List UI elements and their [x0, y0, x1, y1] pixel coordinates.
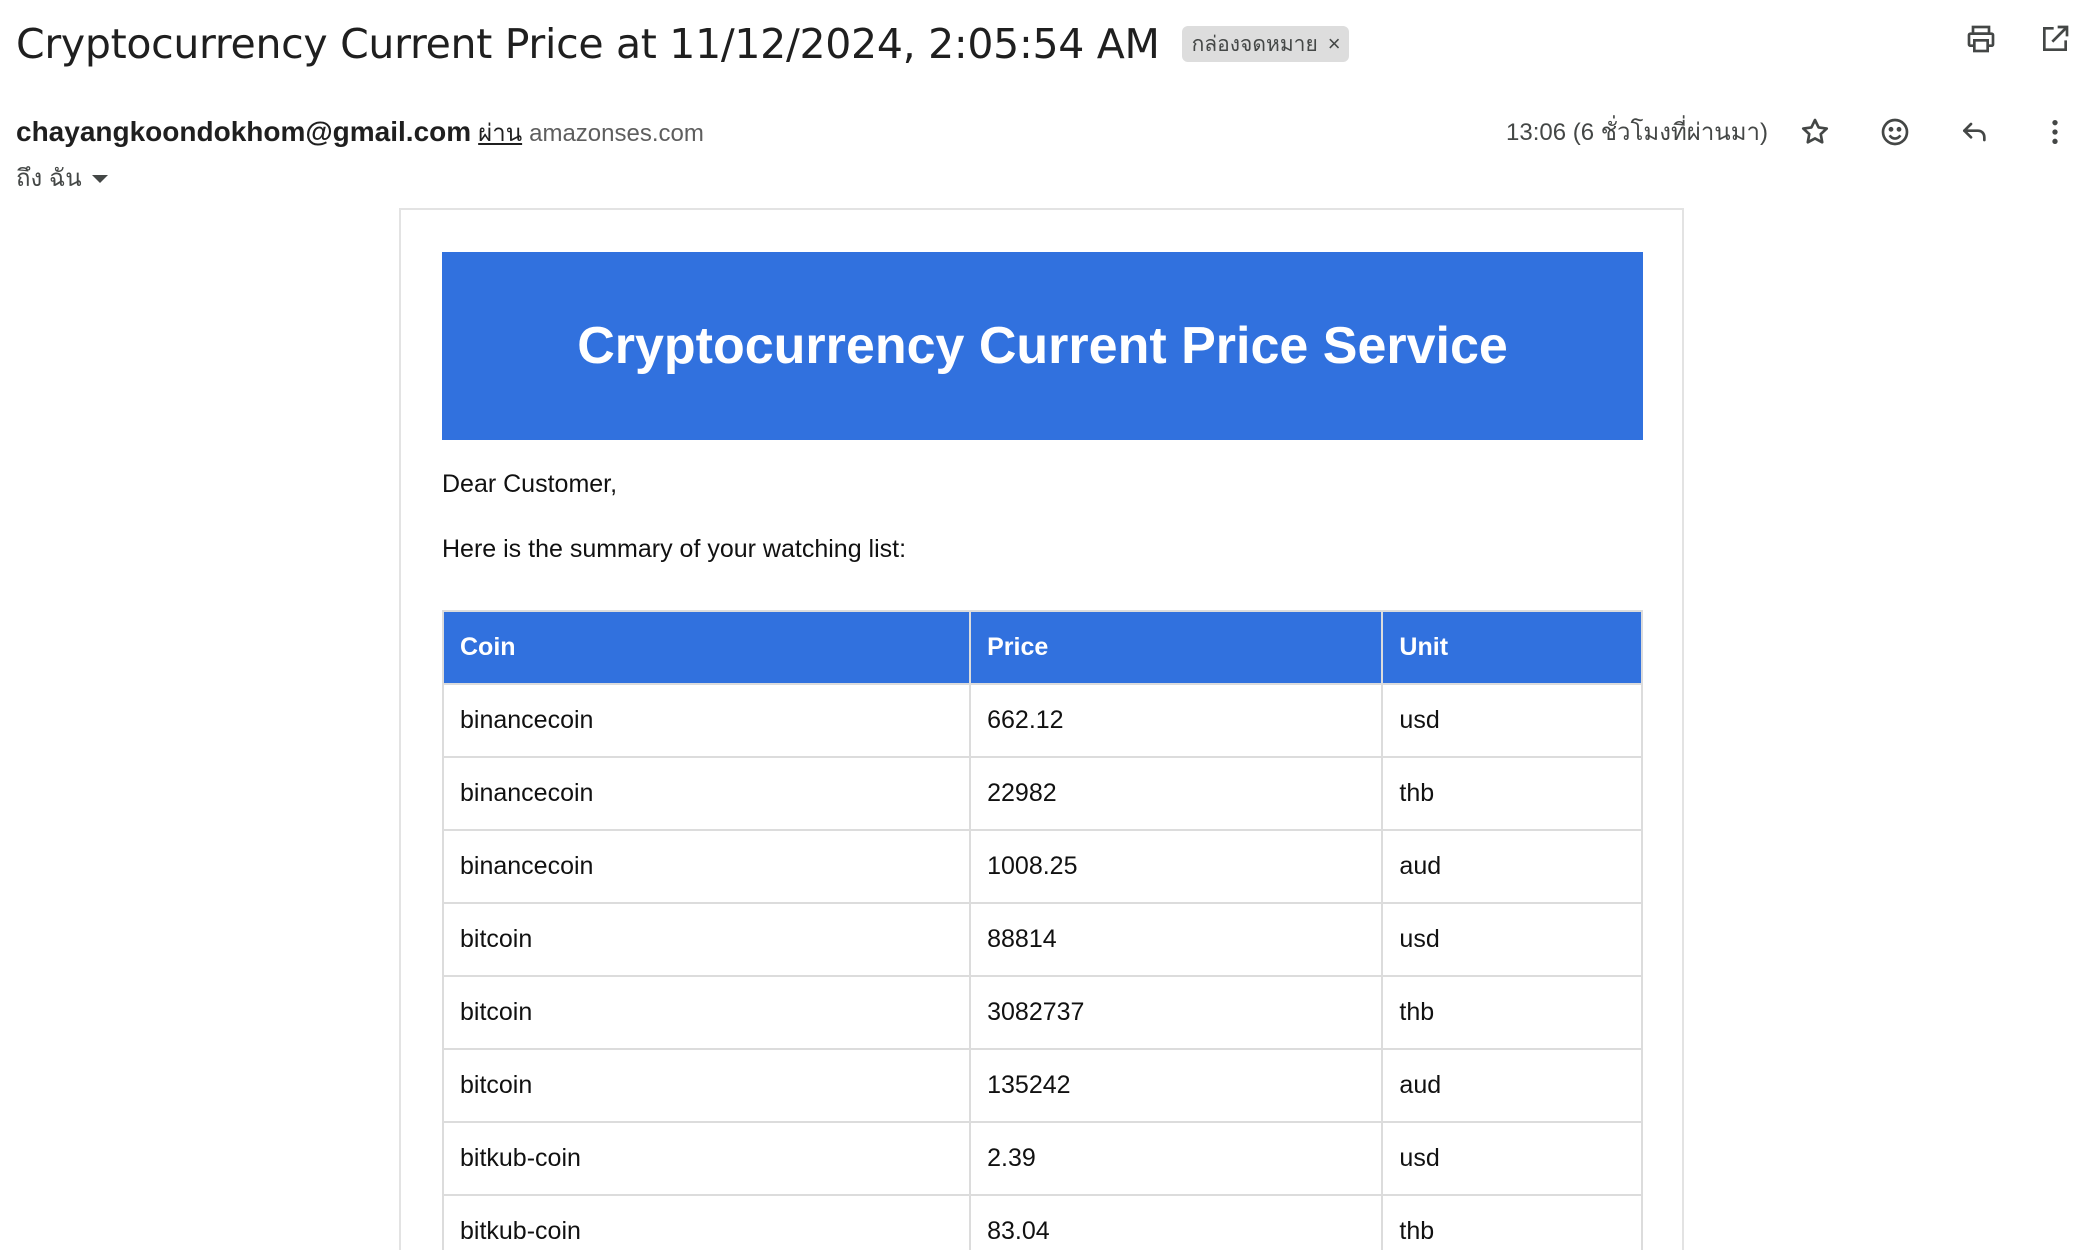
price-cell: 88814: [969, 902, 1384, 977]
table-row: binancecoin 662.12 usd: [441, 683, 1643, 758]
open-in-new-window-icon[interactable]: [2038, 22, 2072, 56]
price-cell: 662.12: [969, 683, 1384, 758]
star-icon[interactable]: [1798, 115, 1832, 149]
intro-text: Here is the summary of your watching lis…: [442, 535, 907, 563]
printer-icon[interactable]: [1964, 22, 1998, 56]
more-vert-icon[interactable]: [2038, 115, 2072, 149]
message-meta: 13:06 (6 ชั่วโมงที่ผ่านมา): [1506, 112, 2072, 151]
unit-cell: aud: [1381, 1048, 1643, 1123]
inbox-label-text: กล่องจดหมาย: [1191, 32, 1318, 56]
table-row: binancecoin 1008.25 aud: [441, 829, 1643, 904]
price-cell: 135242: [969, 1048, 1384, 1123]
price-table: Coin Price Unit binancecoin 662.12 usd b…: [441, 610, 1643, 1250]
coin-cell: bitcoin: [441, 975, 972, 1050]
unit-cell: aud: [1381, 829, 1643, 904]
unit-cell: usd: [1381, 902, 1643, 977]
inbox-label-chip[interactable]: กล่องจดหมาย ×: [1181, 26, 1349, 62]
message-actions: [1798, 115, 2072, 149]
table-row: bitcoin 88814 usd: [441, 902, 1643, 977]
table-header-row: Coin Price Unit: [441, 610, 1643, 685]
price-cell: 3082737: [969, 975, 1384, 1050]
message-timestamp: 13:06 (6 ชั่วโมงที่ผ่านมา): [1506, 119, 1768, 146]
recipient-label: ถึง ฉัน: [16, 165, 82, 192]
emoji-icon[interactable]: [1878, 115, 1912, 149]
chevron-down-icon[interactable]: [91, 175, 108, 183]
unit-cell: thb: [1381, 756, 1643, 831]
subject-row: Cryptocurrency Current Price at 11/12/20…: [16, 14, 1349, 74]
via-link[interactable]: ผ่าน: [478, 113, 522, 152]
email-subject: Cryptocurrency Current Price at 11/12/20…: [16, 20, 1160, 68]
sender-email[interactable]: chayangkoondokhom@gmail.com: [16, 116, 471, 148]
column-header-coin: Coin: [441, 610, 972, 685]
unit-cell: usd: [1381, 683, 1643, 758]
price-cell: 22982: [969, 756, 1384, 831]
column-header-price: Price: [969, 610, 1384, 685]
recipient-row[interactable]: ถึง ฉัน: [16, 158, 108, 197]
table-row: bitkub-coin 2.39 usd: [441, 1121, 1643, 1196]
coin-cell: binancecoin: [441, 756, 972, 831]
top-actions: [1964, 22, 2072, 56]
sender-row: chayangkoondokhom@gmail.com ผ่าน amazons…: [16, 113, 704, 152]
email-body: Cryptocurrency Current Price Service Dea…: [399, 208, 1684, 1250]
price-cell: 83.04: [969, 1194, 1384, 1250]
coin-cell: bitcoin: [441, 902, 972, 977]
table-row: bitcoin 135242 aud: [441, 1048, 1643, 1123]
coin-cell: bitkub-coin: [441, 1194, 972, 1250]
coin-cell: bitcoin: [441, 1048, 972, 1123]
banner-title: Cryptocurrency Current Price Service: [577, 317, 1508, 375]
unit-cell: thb: [1381, 1194, 1643, 1250]
table-row: binancecoin 22982 thb: [441, 756, 1643, 831]
unit-cell: usd: [1381, 1121, 1643, 1196]
coin-cell: bitkub-coin: [441, 1121, 972, 1196]
table-row: bitcoin 3082737 thb: [441, 975, 1643, 1050]
reply-icon[interactable]: [1958, 115, 1992, 149]
greeting-text: Dear Customer,: [442, 470, 618, 498]
table-row: bitkub-coin 83.04 thb: [441, 1194, 1643, 1250]
coin-cell: binancecoin: [441, 683, 972, 758]
remove-label-icon[interactable]: ×: [1328, 31, 1341, 57]
via-domain: amazonses.com: [529, 120, 704, 147]
coin-cell: binancecoin: [441, 829, 972, 904]
price-cell: 1008.25: [969, 829, 1384, 904]
email-banner: Cryptocurrency Current Price Service: [442, 252, 1643, 440]
unit-cell: thb: [1381, 975, 1643, 1050]
column-header-unit: Unit: [1381, 610, 1643, 685]
price-cell: 2.39: [969, 1121, 1384, 1196]
